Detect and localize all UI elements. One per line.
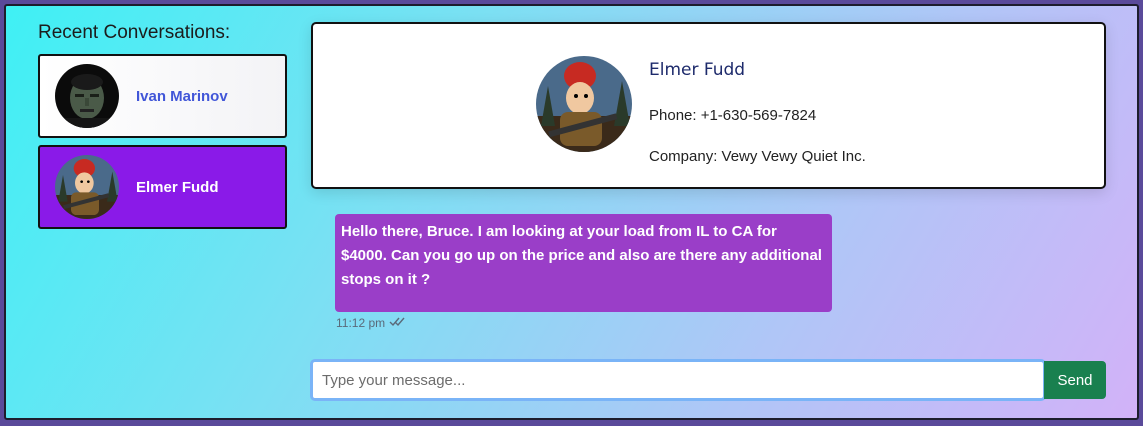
conversation-item-elmer-fudd[interactable]: Elmer Fudd: [38, 145, 287, 229]
contact-phone: Phone: +1-630-569-7824: [649, 107, 817, 124]
conversation-item-ivan-marinov[interactable]: Ivan Marinov: [38, 54, 287, 138]
contact-name: Elmer Fudd: [649, 60, 746, 80]
contact-company: Company: Vewy Vewy Quiet Inc.: [649, 148, 866, 165]
conversation-name: Elmer Fudd: [136, 178, 219, 196]
chat-app-window: Recent Conversations: Ivan Marinov Elmer…: [4, 4, 1139, 420]
avatar: [55, 155, 119, 219]
send-button[interactable]: Send: [1044, 361, 1106, 399]
message-bubble: Hello there, Bruce. I am looking at your…: [335, 214, 832, 312]
message-meta: 11:12 pm: [336, 316, 405, 330]
message-timestamp: 11:12 pm: [336, 316, 386, 330]
avatar: [55, 64, 119, 128]
double-check-icon: [389, 316, 405, 330]
contact-avatar: [536, 56, 632, 152]
recent-conversations-heading: Recent Conversations:: [38, 22, 231, 43]
message-input[interactable]: [310, 359, 1046, 401]
contact-info-card: Elmer Fudd Phone: +1-630-569-7824 Compan…: [311, 22, 1106, 189]
conversation-name: Ivan Marinov: [136, 87, 228, 105]
